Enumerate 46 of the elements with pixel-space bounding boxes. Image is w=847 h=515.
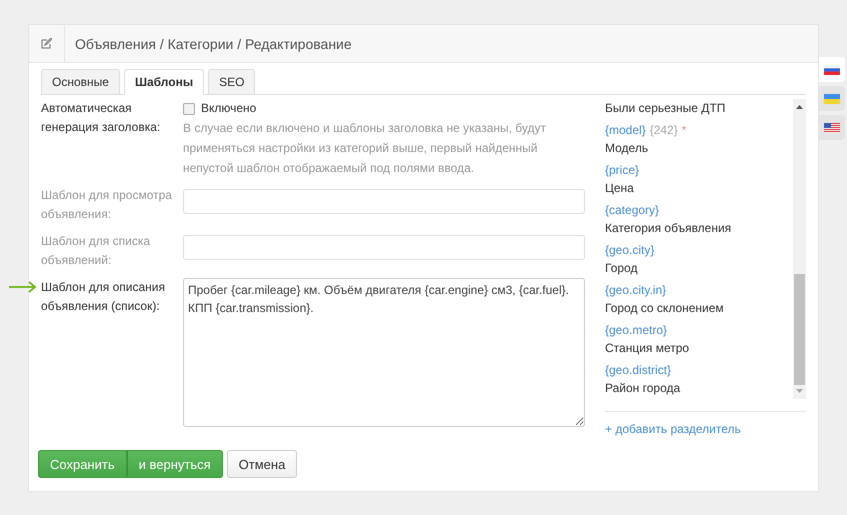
language-tab[interactable]	[819, 57, 845, 82]
checkbox[interactable]	[183, 102, 195, 114]
input-field[interactable]	[183, 189, 585, 214]
page-title: Объявления / Категории / Редактирование	[74, 34, 352, 54]
macro-description: Были серьезные ДТП	[605, 100, 726, 117]
scrollbar[interactable]	[793, 99, 806, 399]
language-tab[interactable]	[819, 115, 845, 140]
field-label: Шаблон для описания объявления (список):	[41, 279, 166, 315]
macro-description: Город со склонением	[605, 300, 725, 317]
macro-tag[interactable]: {geo.district}	[605, 361, 672, 379]
field-label: Автоматическая генерация заголовка:	[41, 100, 162, 136]
macro-tag[interactable]: {model}	[605, 121, 646, 139]
macro-id: {242}	[650, 122, 678, 139]
field-label: Шаблон для списка объявлений:	[41, 233, 152, 269]
macro-description: Модель	[605, 140, 650, 157]
save-button[interactable]: Сохранить	[38, 450, 127, 478]
checkbox-label: Включено	[201, 100, 256, 117]
cancel-button[interactable]: Отмена	[226, 450, 298, 478]
tab[interactable]: Шаблоны	[124, 69, 204, 95]
scroll-up-icon[interactable]	[796, 105, 803, 109]
add-separator-link[interactable]: + добавить разделитель	[605, 422, 806, 436]
macro-tag[interactable]: {geo.city}	[605, 241, 654, 259]
scroll-down-icon[interactable]	[796, 389, 803, 393]
flag-icon	[824, 64, 840, 74]
textarea-field[interactable]: Пробег {car.mileage} км. Объём двигателя {car.engine} см3, {car.fuel}. КПП {car.transmission}.	[183, 278, 585, 427]
save-return-button[interactable]: и вернуться	[126, 450, 223, 478]
scrollbar-thumb[interactable]	[794, 274, 805, 385]
macro-tag[interactable]: {price}	[605, 161, 640, 179]
macro-description: Станция метро	[605, 340, 690, 357]
macro-tag[interactable]: {geo.city.in}	[605, 281, 666, 299]
macro-tag[interactable]: {category}	[605, 201, 660, 219]
macro-tag[interactable]: {geo.metro}	[605, 321, 668, 339]
macro-description: Категория объявления	[605, 220, 732, 237]
hint-text: В случае если включено и шаблоны заголовка не указаны, будут применяться настройки из категорий выше, первый найденный непустой шаблон отображаемый под полями ввода.	[183, 120, 548, 177]
macro-description: Район города	[605, 380, 682, 397]
edit-icon	[41, 38, 52, 49]
flag-icon	[824, 122, 840, 132]
macro-description: Город	[605, 260, 638, 277]
input-field[interactable]	[183, 235, 585, 260]
tab[interactable]: Основные	[41, 69, 120, 95]
flag-icon	[824, 94, 840, 104]
macro-description: Цена	[605, 180, 635, 197]
language-tab[interactable]	[819, 86, 845, 111]
field-label: Шаблон для просмотра объявления:	[41, 187, 173, 223]
required-mark: *	[682, 122, 686, 139]
tab[interactable]: SEO	[208, 69, 256, 95]
